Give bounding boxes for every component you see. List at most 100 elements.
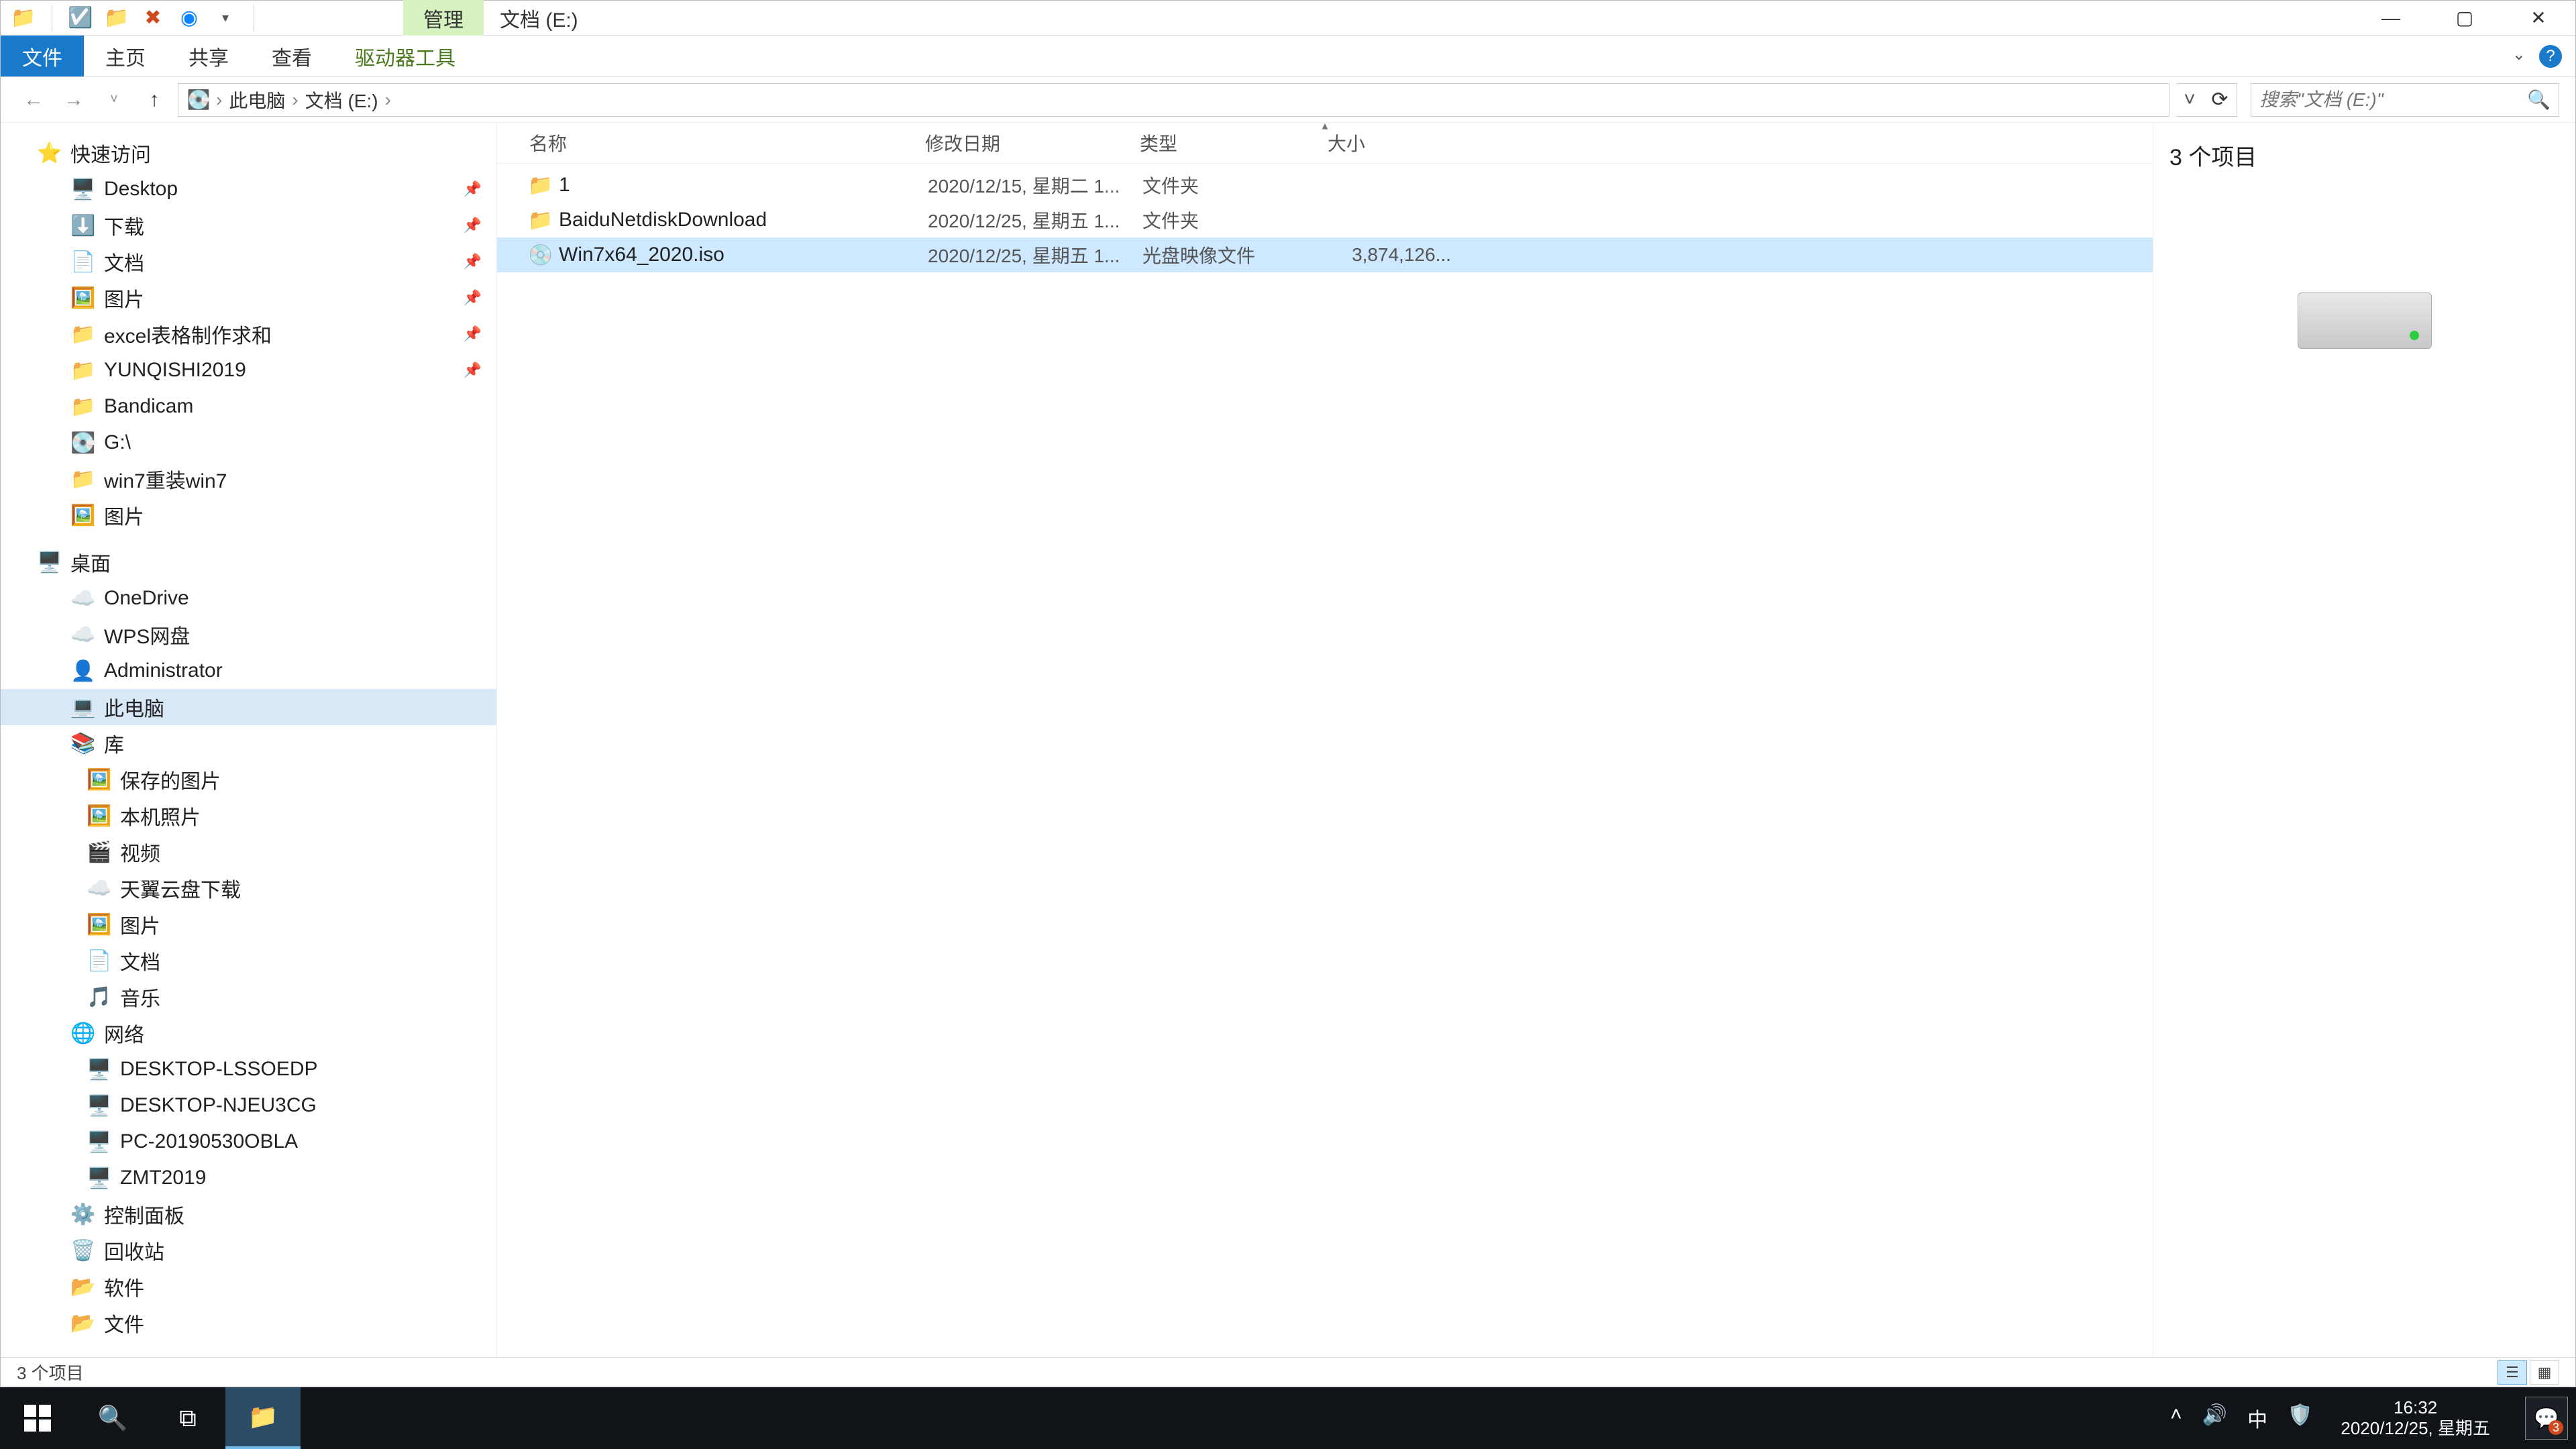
sidebar-music[interactable]: 音乐 xyxy=(1,979,496,1015)
start-button[interactable] xyxy=(0,1387,75,1449)
nav-sidebar[interactable]: 快速访问 Desktop📌 下载📌 文档📌 图片📌 excel表格制作求和📌 Y… xyxy=(1,123,497,1357)
sidebar-item-label: 视频 xyxy=(120,837,160,867)
tray-icons: ˄ 🔊 中 🛡️ xyxy=(2170,1403,2312,1433)
sidebar-netpc2[interactable]: DESKTOP-NJEU3CG xyxy=(1,1087,496,1124)
qat-folder-icon[interactable]: 📁 xyxy=(105,6,129,30)
sidebar-controlpanel[interactable]: 控制面板 xyxy=(1,1196,496,1232)
sidebar-pictures3[interactable]: 图片 xyxy=(1,906,496,943)
back-button[interactable]: ← xyxy=(17,83,50,117)
tab-file[interactable]: 文件 xyxy=(1,36,84,76)
breadcrumb-seg-thispc[interactable]: 此电脑 xyxy=(229,87,285,113)
sidebar-yunqishi[interactable]: YUNQISHI2019📌 xyxy=(1,352,496,388)
pin-icon: 📌 xyxy=(464,289,482,307)
chevron-right-icon[interactable]: › xyxy=(212,89,226,111)
search-box[interactable]: 🔍 xyxy=(2251,83,2559,117)
thumbnails-view-button[interactable]: ▦ xyxy=(2530,1360,2559,1385)
tab-view[interactable]: 查看 xyxy=(250,36,333,76)
sidebar-wps[interactable]: WPS网盘 xyxy=(1,616,496,653)
sidebar-libraries[interactable]: 库 xyxy=(1,725,496,761)
sidebar-tianyi[interactable]: 天翼云盘下载 xyxy=(1,870,496,906)
breadcrumb[interactable]: 💽 › 此电脑 › 文档 (E:) › xyxy=(178,83,2169,117)
up-button[interactable]: ↑ xyxy=(138,83,171,117)
help-icon[interactable]: ? xyxy=(2539,45,2562,68)
volume-icon[interactable]: 🔊 xyxy=(2202,1403,2227,1433)
recent-dropdown[interactable]: ˅ xyxy=(97,83,131,117)
file-row[interactable]: 1 2020/12/15, 星期二 1... 文件夹 xyxy=(497,168,2153,203)
sidebar-software[interactable]: 软件 xyxy=(1,1269,496,1305)
refresh-button[interactable]: ⟳ xyxy=(2203,88,2237,111)
sidebar-item-label: 桌面 xyxy=(70,547,111,577)
chevron-right-icon[interactable]: › xyxy=(288,89,302,111)
sidebar-downloads[interactable]: 下载📌 xyxy=(1,207,496,244)
action-center-button[interactable]: 💬3 xyxy=(2525,1397,2568,1440)
security-icon[interactable]: 🛡️ xyxy=(2288,1403,2312,1433)
sidebar-thispc[interactable]: 此电脑 xyxy=(1,689,496,725)
tab-drive-tools[interactable]: 驱动器工具 xyxy=(333,36,477,76)
tab-share[interactable]: 共享 xyxy=(167,36,250,76)
sidebar-item-label: 音乐 xyxy=(120,982,160,1012)
file-list[interactable]: 1 2020/12/15, 星期二 1... 文件夹 BaiduNetdiskD… xyxy=(497,164,2153,1357)
clock[interactable]: 16:32 2020/12/25, 星期五 xyxy=(2331,1397,2500,1439)
qat-delete-icon[interactable]: ✖ xyxy=(141,6,165,30)
sidebar-pictures2[interactable]: 图片 xyxy=(1,497,496,533)
sidebar-bandicam[interactable]: Bandicam xyxy=(1,388,496,425)
sidebar-documents[interactable]: 文档📌 xyxy=(1,244,496,280)
ribbon-tabs: 文件 主页 共享 查看 驱动器工具 ⌄ ? xyxy=(1,36,2575,77)
breadcrumb-seg-drive[interactable]: 文档 (E:) xyxy=(305,87,378,113)
sidebar-netpc4[interactable]: ZMT2019 xyxy=(1,1160,496,1196)
taskbar-search-button[interactable]: 🔍 xyxy=(75,1387,150,1449)
folder-icon xyxy=(529,174,552,197)
sidebar-network[interactable]: 网络 xyxy=(1,1015,496,1051)
network-icon xyxy=(72,1022,95,1044)
col-date[interactable]: 修改日期 xyxy=(925,129,1140,156)
col-type[interactable]: 类型 xyxy=(1140,129,1328,156)
explorer-window: 📁 ☑️ 📁 ✖ ◉ ▾ 管理 文档 (E:) — ▢ ✕ 文件 主页 共享 查… xyxy=(0,0,2576,1387)
expand-ribbon-icon[interactable]: ⌄ xyxy=(2512,45,2526,68)
chevron-right-icon[interactable]: › xyxy=(381,89,395,111)
details-view-button[interactable]: ☰ xyxy=(2498,1360,2527,1385)
sidebar-gdrive[interactable]: G:\ xyxy=(1,425,496,461)
col-label: 类型 xyxy=(1140,129,1177,156)
sidebar-recyclebin[interactable]: 回收站 xyxy=(1,1232,496,1269)
qat-dropdown-icon[interactable]: ▾ xyxy=(213,6,237,30)
tab-home[interactable]: 主页 xyxy=(84,36,167,76)
qat-checkbox-icon[interactable]: ☑️ xyxy=(68,6,93,30)
taskview-button[interactable]: ⧉ xyxy=(150,1387,225,1449)
sidebar-win7reinstall[interactable]: win7重装win7 xyxy=(1,461,496,497)
ime-indicator[interactable]: 中 xyxy=(2247,1403,2267,1433)
sidebar-netpc3[interactable]: PC-20190530OBLA xyxy=(1,1124,496,1160)
sidebar-item-label: 下载 xyxy=(104,211,144,240)
body: 快速访问 Desktop📌 下载📌 文档📌 图片📌 excel表格制作求和📌 Y… xyxy=(1,123,2575,1357)
maximize-button[interactable]: ▢ xyxy=(2428,1,2502,36)
sidebar-onedrive[interactable]: OneDrive xyxy=(1,580,496,616)
sidebar-quick-access[interactable]: 快速访问 xyxy=(1,135,496,171)
search-icon[interactable]: 🔍 xyxy=(2527,89,2551,111)
sidebar-savedpic[interactable]: 保存的图片 xyxy=(1,761,496,798)
file-list-pane: ▴ 名称 修改日期 类型 大小 1 2020/12/15, 星期二 1... 文… xyxy=(497,123,2153,1357)
tray-overflow-icon[interactable]: ˄ xyxy=(2170,1403,2182,1433)
sidebar-excel-folder[interactable]: excel表格制作求和📌 xyxy=(1,316,496,352)
sidebar-desktop-root[interactable]: 桌面 xyxy=(1,544,496,580)
sidebar-documents2[interactable]: 文档 xyxy=(1,943,496,979)
sidebar-video[interactable]: 视频 xyxy=(1,834,496,870)
qat-app-icon[interactable]: ◉ xyxy=(177,6,201,30)
sidebar-item-label: 文档 xyxy=(120,946,160,975)
col-name[interactable]: 名称 xyxy=(529,129,925,156)
forward-button[interactable]: → xyxy=(57,83,91,117)
pictures-icon xyxy=(72,286,95,309)
sidebar-files[interactable]: 文件 xyxy=(1,1305,496,1341)
file-row[interactable]: BaiduNetdiskDownload 2020/12/25, 星期五 1..… xyxy=(497,203,2153,237)
address-history-dropdown[interactable]: ˅ xyxy=(2176,89,2203,111)
sidebar-administrator[interactable]: Administrator xyxy=(1,653,496,689)
sidebar-localphoto[interactable]: 本机照片 xyxy=(1,798,496,834)
taskbar-explorer-button[interactable]: 📁 xyxy=(225,1387,301,1449)
sidebar-pictures[interactable]: 图片📌 xyxy=(1,280,496,316)
sidebar-netpc1[interactable]: DESKTOP-LSSOEDP xyxy=(1,1051,496,1087)
close-button[interactable]: ✕ xyxy=(2502,1,2575,36)
search-input[interactable] xyxy=(2259,89,2527,111)
file-row-selected[interactable]: Win7x64_2020.iso 2020/12/25, 星期五 1... 光盘… xyxy=(497,237,2153,272)
sidebar-desktop[interactable]: Desktop📌 xyxy=(1,171,496,207)
file-date: 2020/12/15, 星期二 1... xyxy=(928,172,1142,199)
col-size[interactable]: 大小 xyxy=(1328,129,1448,156)
minimize-button[interactable]: — xyxy=(2354,1,2428,36)
